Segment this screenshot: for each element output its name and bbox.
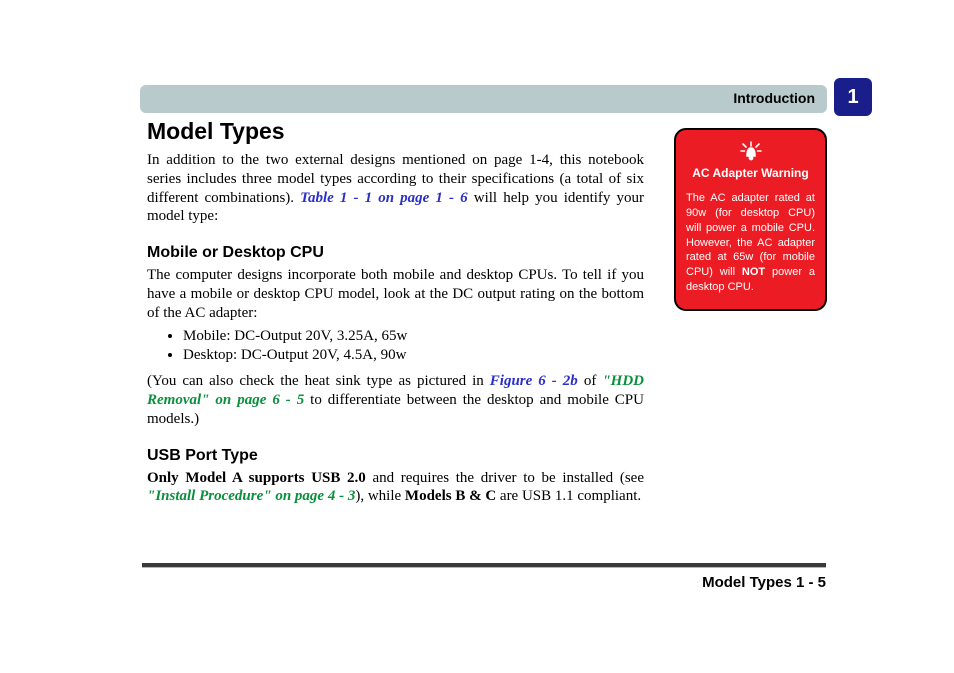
- usb-paragraph: Only Model A supports USB 2.0 and requir…: [147, 469, 644, 507]
- section-title: Introduction: [733, 90, 815, 106]
- header-bar: Introduction: [140, 85, 827, 113]
- cpu-paragraph: The computer designs incorporate both mo…: [147, 266, 644, 322]
- spec-list: Mobile: DC-Output 20V, 3.25A, 65w Deskto…: [183, 328, 644, 364]
- warning-not: NOT: [742, 266, 765, 278]
- usb-after: ), while: [355, 488, 405, 504]
- usb-bold-1: Only Model A supports USB 2.0: [147, 470, 366, 486]
- chapter-tab: 1: [834, 78, 872, 116]
- heading-cpu: Mobile or Desktop CPU: [147, 244, 644, 262]
- table-xref[interactable]: Table 1 - 1 on page 1 - 6: [300, 190, 467, 206]
- usb-end: are USB 1.1 compliant.: [496, 488, 641, 504]
- warning-box: AC Adapter Warning The AC adapter rated …: [674, 128, 827, 311]
- chapter-number: 1: [834, 78, 872, 116]
- alert-bell-icon: [738, 140, 764, 162]
- note-of: of: [578, 373, 603, 389]
- list-item: Mobile: DC-Output 20V, 3.25A, 65w: [183, 328, 644, 345]
- install-procedure-xref[interactable]: "Install Procedure" on page 4 - 3: [147, 488, 355, 504]
- cpu-note: (You can also check the heat sink type a…: [147, 372, 644, 428]
- intro-paragraph: In addition to the two external designs …: [147, 151, 644, 226]
- page: Introduction 1 Model Types In addition t…: [0, 0, 954, 673]
- figure-xref[interactable]: Figure 6 - 2b: [490, 373, 578, 389]
- body-column: Model Types In addition to the two exter…: [147, 118, 644, 512]
- usb-bold-2: Models B & C: [405, 488, 496, 504]
- list-item: Desktop: DC-Output 20V, 4.5A, 90w: [183, 347, 644, 364]
- usb-mid: and requires the driver to be installed …: [366, 470, 644, 486]
- note-text-1: (You can also check the heat sink type a…: [147, 373, 490, 389]
- footer-rule: [142, 563, 826, 568]
- page-title: Model Types: [147, 118, 644, 145]
- heading-usb: USB Port Type: [147, 447, 644, 465]
- footer-text: Model Types 1 - 5: [702, 574, 826, 591]
- warning-text: The AC adapter rated at 90w (for desktop…: [686, 191, 815, 295]
- warning-title: AC Adapter Warning: [686, 166, 815, 181]
